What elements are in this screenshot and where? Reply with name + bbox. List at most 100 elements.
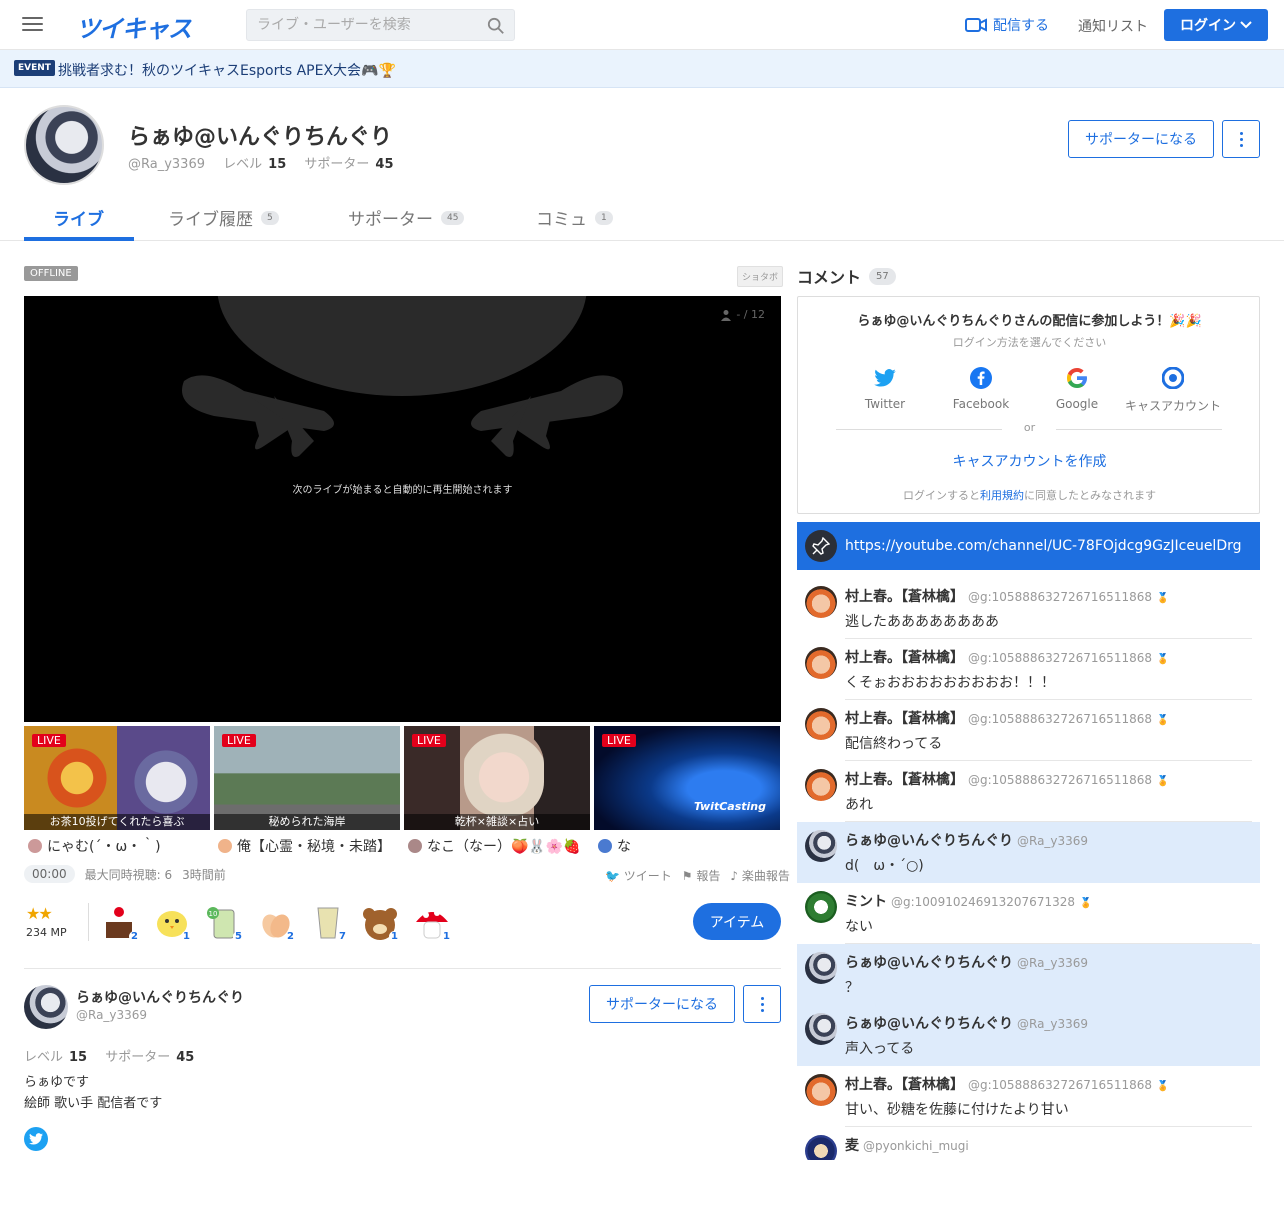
more-dots-icon: [760, 996, 764, 1000]
stars-rating: ★★: [26, 904, 53, 923]
mushroom-icon[interactable]: 1: [410, 900, 454, 944]
twitter-icon: 🐦: [605, 869, 620, 883]
supporter-label: サポーター: [105, 1050, 171, 1065]
become-supporter-button[interactable]: サポーターになる: [589, 985, 735, 1023]
tab-live[interactable]: ライブ: [53, 205, 104, 230]
comment-author[interactable]: 村上春。【蒼林檎】 @g:105888632726716511868 🏅: [845, 647, 1169, 667]
login-google-button[interactable]: Google: [1029, 365, 1125, 411]
comment-avatar[interactable]: [805, 1135, 837, 1160]
comment-item[interactable]: 村上春。【蒼林檎】 @g:105888632726716511868 🏅 あれ: [797, 761, 1260, 822]
pinned-comment[interactable]: https://youtube.com/channel/UC-78FOjdcg9…: [797, 522, 1260, 570]
comment-item[interactable]: 村上春。【蒼林檎】 @g:105888632726716511868 🏅 配信終わっ…: [797, 700, 1260, 761]
profile-avatar[interactable]: [24, 105, 104, 185]
tab-community[interactable]: コミュ 1: [536, 205, 613, 230]
more-options-button[interactable]: [1222, 120, 1260, 158]
comment-avatar[interactable]: [805, 952, 837, 984]
tab-supporters[interactable]: サポーター 45: [348, 205, 465, 230]
chick-icon[interactable]: 1: [150, 900, 194, 944]
comment-item[interactable]: らぁゆ@いんぐりちんぐり @Ra_y3369 ？: [797, 944, 1260, 1005]
cake-icon[interactable]: 2: [98, 900, 142, 944]
event-banner[interactable]: EVENT 挑戦者求む！秋のツイキャスEsports APEX大会🎮🏆: [0, 50, 1284, 88]
tab-count: 5: [261, 210, 279, 225]
comment-author[interactable]: らぁゆ@いんぐりちんぐり @Ra_y3369: [845, 952, 1088, 972]
song-report-link[interactable]: ♪ 楽曲報告: [730, 867, 790, 884]
comment-author[interactable]: ミント @g:100910246913207671328 🏅: [845, 891, 1092, 911]
tab-count: 1: [595, 210, 613, 225]
tea-icon[interactable]: 10 5: [202, 900, 246, 944]
recommended-live-thumb[interactable]: LIVE 秘められた海岸: [214, 726, 400, 830]
bear-icon[interactable]: 1: [358, 900, 402, 944]
event-text[interactable]: 挑戦者求む！秋のツイキャスEsports APEX大会🎮🏆: [58, 60, 396, 80]
become-supporter-button[interactable]: サポーターになる: [1068, 120, 1214, 158]
item-button[interactable]: アイテム: [693, 903, 781, 940]
search-input[interactable]: [247, 10, 482, 40]
thumb-caption: 秘められた海岸: [214, 814, 400, 830]
thumb-user[interactable]: な: [598, 836, 631, 856]
terms-link[interactable]: 利用規約: [980, 489, 1024, 502]
clap-icon[interactable]: 2: [254, 900, 298, 944]
comment-item[interactable]: らぁゆ@いんぐりちんぐり @Ra_y3369 d( ω・´○): [797, 822, 1260, 883]
broadcast-button[interactable]: 配信する: [965, 15, 1049, 35]
mascot-silhouette-icon: [182, 296, 623, 457]
login-button[interactable]: ログイン: [1164, 9, 1268, 41]
login-twitter-button[interactable]: Twitter: [837, 365, 933, 411]
divider: [88, 903, 89, 941]
comment-avatar[interactable]: [805, 1013, 837, 1045]
active-tab-indicator: [24, 237, 134, 241]
comment-avatar[interactable]: [805, 830, 837, 862]
thumb-user[interactable]: にゃむ(´・ω・｀): [28, 836, 161, 856]
thumbnail-art: [130, 738, 202, 818]
comment-avatar[interactable]: [805, 647, 837, 679]
comment-author[interactable]: 村上春。【蒼林檎】 @g:105888632726716511868 🏅: [845, 1074, 1169, 1094]
comment-avatar[interactable]: [805, 1074, 837, 1106]
login-facebook-button[interactable]: Facebook: [933, 365, 1029, 411]
cup-icon[interactable]: 7: [306, 900, 350, 944]
more-options-button[interactable]: [743, 985, 781, 1023]
comment-item[interactable]: 村上春。【蒼林檎】 @g:105888632726716511868 🏅 くそぉおお…: [797, 639, 1260, 700]
comment-avatar[interactable]: [805, 769, 837, 801]
comment-author[interactable]: らぁゆ@いんぐりちんぐり @Ra_y3369: [845, 830, 1088, 850]
comment-item[interactable]: 村上春。【蒼林檎】 @g:105888632726716511868 🏅 甘い、砂糖…: [797, 1066, 1260, 1127]
more-dots-icon: [1239, 131, 1243, 135]
card-profile-name[interactable]: らぁゆ@いんぐりちんぐり: [76, 987, 244, 1007]
comment-item[interactable]: 麦 @pyonkichi_mugi: [797, 1127, 1260, 1160]
twitcasting-logo[interactable]: ツイキャス: [76, 9, 192, 44]
hamburger-menu-icon[interactable]: [22, 15, 44, 33]
recommended-live-thumb[interactable]: TwitCasting LIVE: [594, 726, 780, 830]
thumb-user[interactable]: 俺【心霊・秘境・未踏】: [218, 836, 391, 856]
tab-live-history[interactable]: ライブ履歴 5: [168, 205, 279, 230]
comment-item[interactable]: ミント @g:100910246913207671328 🏅 ない: [797, 883, 1260, 944]
login-cas-account-button[interactable]: キャスアカウント: [1125, 365, 1221, 414]
comment-author[interactable]: らぁゆ@いんぐりちんぐり @Ra_y3369: [845, 1013, 1088, 1033]
thumb-user[interactable]: なこ（なー）🍑🐰🌸🍓: [408, 836, 581, 856]
report-link[interactable]: ⚑ 報告: [682, 867, 721, 884]
comment-author[interactable]: 村上春。【蒼林檎】 @g:105888632726716511868 🏅: [845, 769, 1169, 789]
comment-item[interactable]: 村上春。【蒼林檎】 @g:105888632726716511868 🏅 逃したああ…: [797, 578, 1260, 639]
recommended-live-thumb[interactable]: LIVE 乾杯×雑談×占い: [404, 726, 590, 830]
notify-list-link[interactable]: 通知リスト: [1078, 16, 1148, 36]
tab-supporters-label: サポーター: [348, 210, 433, 230]
avatar[interactable]: [24, 985, 68, 1029]
create-account-link[interactable]: キャスアカウントを作成: [798, 451, 1261, 471]
comment-author-id: @g:100910246913207671328: [891, 895, 1075, 909]
top-header: ツイキャス 配信する 通知リスト ログイン: [0, 0, 1284, 50]
pinned-url[interactable]: https://youtube.com/channel/UC-78FOjdcg9…: [845, 538, 1242, 554]
video-player[interactable]: - / 12 次のライブが始まると自動的に再生開始されます: [24, 296, 781, 722]
viewer-count-text: - / 12: [736, 308, 765, 321]
person-icon: [721, 309, 732, 321]
comment-text: あれ: [845, 797, 873, 813]
comment-avatar[interactable]: [805, 891, 837, 923]
twitter-link-button[interactable]: [24, 1127, 48, 1151]
twitter-icon: [29, 1133, 43, 1145]
tweet-link[interactable]: 🐦 ツイート: [605, 867, 672, 884]
comment-author[interactable]: 村上春。【蒼林檎】 @g:105888632726716511868 🏅: [845, 708, 1169, 728]
comment-author[interactable]: 麦 @pyonkichi_mugi: [845, 1135, 969, 1155]
tag-badge[interactable]: ショタボ: [737, 266, 784, 287]
comment-avatar[interactable]: [805, 708, 837, 740]
search-icon[interactable]: [487, 17, 505, 35]
recommended-live-thumb[interactable]: LIVE お茶10投げてくれたら喜ぶ: [24, 726, 210, 830]
comment-item[interactable]: らぁゆ@いんぐりちんぐり @Ra_y3369 声入ってる: [797, 1005, 1260, 1066]
comment-avatar[interactable]: [805, 586, 837, 618]
comment-author[interactable]: 村上春。【蒼林檎】 @g:105888632726716511868 🏅: [845, 586, 1169, 606]
comment-list[interactable]: 村上春。【蒼林檎】 @g:105888632726716511868 🏅 逃したああ…: [797, 578, 1260, 1160]
